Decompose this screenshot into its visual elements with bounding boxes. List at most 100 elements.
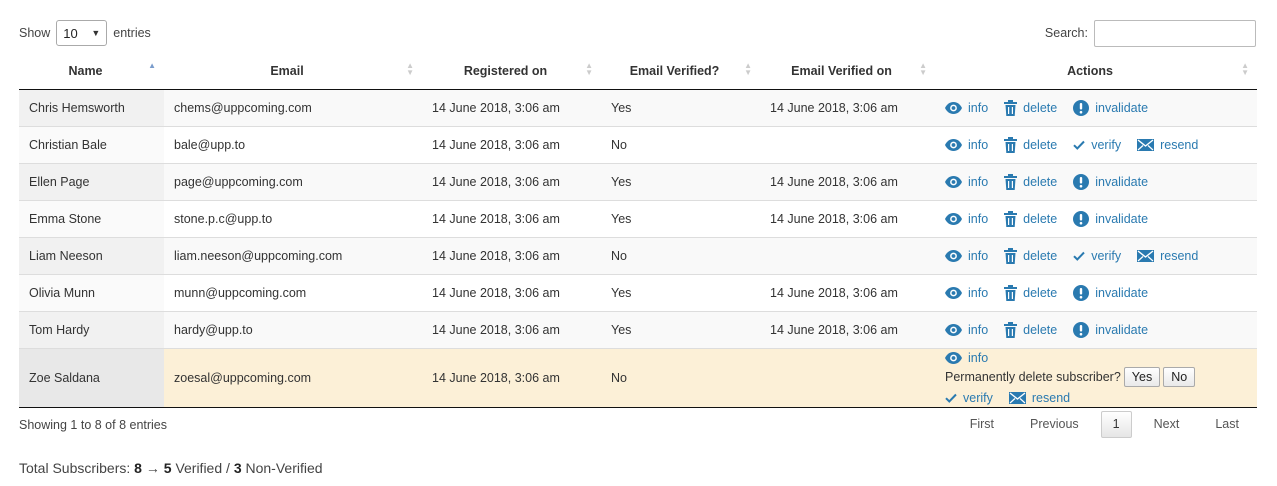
first-page-button[interactable]: First <box>952 417 1012 431</box>
trash-icon <box>1004 173 1018 190</box>
nonverified-count: 3 <box>233 460 242 476</box>
info-link[interactable]: info <box>945 212 988 226</box>
cell-registered: 14 June 2018, 3:06 am <box>422 237 601 275</box>
eye-icon <box>945 351 962 364</box>
resend-link[interactable]: resend <box>1137 138 1198 152</box>
column-header-label: Name <box>68 63 103 78</box>
row-actions: info delete invalidate <box>945 210 1247 227</box>
invalidate-link[interactable]: invalidate <box>1073 284 1148 301</box>
cell-name: Ellen Page <box>19 163 164 201</box>
current-page-button[interactable]: 1 <box>1100 410 1132 438</box>
resend-link[interactable]: resend <box>1137 249 1198 263</box>
sort-icon: ▲▼ <box>744 61 752 77</box>
cell-registered: 14 June 2018, 3:06 am <box>422 200 601 238</box>
cell-verified-on: 14 June 2018, 3:06 am <box>760 274 935 312</box>
search-label: Search: <box>1044 26 1088 40</box>
column-header-label: Email <box>270 63 304 78</box>
eye-icon <box>945 323 962 336</box>
cell-verified-on <box>760 126 935 164</box>
resend-label: resend <box>1160 137 1199 152</box>
chevron-down-icon: ▼ <box>91 28 101 38</box>
delete-link[interactable]: delete <box>1004 99 1057 116</box>
delete-label: delete <box>1023 174 1058 189</box>
delete-link[interactable]: delete <box>1004 173 1058 190</box>
sort-icon: ▲▼ <box>406 61 414 77</box>
cell-name: Liam Neeson <box>19 237 164 275</box>
cell-name: Chris Hemsworth <box>19 89 164 127</box>
info-link[interactable]: info <box>945 175 988 189</box>
cell-verified: No <box>601 237 760 275</box>
resend-label: resend <box>1031 390 1071 405</box>
trash-icon <box>1004 136 1018 153</box>
resend-link[interactable]: resend <box>1008 390 1071 405</box>
verify-label: verify <box>1091 248 1122 263</box>
cell-actions: info delete invalidate <box>935 163 1257 201</box>
info-link[interactable]: info <box>945 138 988 152</box>
totals-arrow: → <box>145 460 160 476</box>
sort-icon: ▲▼ <box>148 61 156 70</box>
cell-verified-on: 14 June 2018, 3:06 am <box>760 311 935 349</box>
info-label: info <box>968 100 989 115</box>
column-header-email-verified-on[interactable]: Email Verified on ▲ ▼ <box>760 53 935 90</box>
table-row: Zoe Saldana zoesal@uppcoming.com 14 June 2… <box>19 348 1257 408</box>
envelope-icon <box>1008 391 1026 404</box>
column-header-registered-on[interactable]: Registered on ▲ ▼ <box>422 53 601 90</box>
search-control: Search: <box>1045 19 1256 47</box>
invalidate-link[interactable]: invalidate <box>1073 99 1148 116</box>
row-actions: info delete verify resend <box>945 247 1247 264</box>
cell-email: chems@uppcoming.com <box>164 89 422 127</box>
column-header-email[interactable]: Email ▲ ▼ <box>164 53 422 90</box>
info-link[interactable]: info <box>945 249 988 263</box>
table-header-row: Name▲▼Email▲▼Registered on▲▼Email Verifi… <box>19 53 1257 90</box>
trash-icon <box>1004 210 1018 227</box>
search-input[interactable] <box>1094 19 1256 47</box>
confirm-text: Permanently delete subscriber? <box>945 369 1121 384</box>
table-info: Showing 1 to 8 of 8 entries <box>19 418 168 432</box>
verify-label: verify <box>1091 137 1122 152</box>
column-header-name[interactable]: Name ▲▼ <box>19 53 164 90</box>
last-page-button[interactable]: Last <box>1197 417 1257 431</box>
delete-link[interactable]: delete <box>1004 321 1058 338</box>
info-label: info <box>968 211 989 226</box>
table-row: Chris Hemsworth chems@uppcoming.com 14 Jun… <box>19 89 1257 127</box>
column-header-actions[interactable]: Actions ▲ ▼ <box>935 53 1257 90</box>
delete-label: delete <box>1023 285 1058 300</box>
delete-link[interactable]: delete <box>1004 284 1058 301</box>
eye-icon <box>945 212 962 225</box>
verify-link[interactable]: verify <box>1073 138 1121 152</box>
invalidate-link[interactable]: invalidate <box>1073 173 1148 190</box>
row-actions: info delete invalidate <box>945 284 1247 301</box>
delete-confirmation: Permanently delete subscriber? Yes No <box>945 366 1196 387</box>
verify-link[interactable]: verify <box>1073 249 1121 263</box>
next-page-button[interactable]: Next <box>1136 417 1198 431</box>
resend-label: resend <box>1160 248 1199 263</box>
invalidate-link[interactable]: invalidate <box>1073 321 1148 338</box>
envelope-icon <box>1137 249 1155 262</box>
info-link[interactable]: info <box>945 323 988 337</box>
cell-verified: Yes <box>601 311 760 349</box>
previous-page-button[interactable]: Previous <box>1012 417 1097 431</box>
row-actions: info delete invalidate <box>945 321 1247 338</box>
nonverified-label: Non-Verified <box>245 460 323 476</box>
sort-icon: ▲▼ <box>919 61 927 77</box>
verify-link[interactable]: verify <box>945 391 993 405</box>
confirm-yes-button[interactable]: Yes <box>1123 366 1161 387</box>
cell-verified-on: 14 June 2018, 3:06 am <box>760 163 935 201</box>
entries-per-page-select[interactable]: 10 ▼ <box>56 20 108 46</box>
table-row: Liam Neeson liam.neeson@uppcoming.com 14 J… <box>19 237 1257 275</box>
info-link[interactable]: info <box>945 286 988 300</box>
cell-verified: Yes <box>601 274 760 312</box>
delete-link[interactable]: delete <box>1004 247 1057 264</box>
eye-icon <box>945 286 962 299</box>
trash-icon <box>1004 284 1018 301</box>
delete-link[interactable]: delete <box>1004 136 1057 153</box>
info-link[interactable]: info <box>945 101 988 115</box>
invalidate-link[interactable]: invalidate <box>1073 210 1148 227</box>
delete-label: delete <box>1023 322 1058 337</box>
cell-email: liam.neeson@uppcoming.com <box>164 237 422 275</box>
column-header-email-verified[interactable]: Email Verified? ▲ ▼ <box>601 53 760 90</box>
confirm-no-button[interactable]: No <box>1163 366 1196 387</box>
delete-link[interactable]: delete <box>1004 210 1057 227</box>
info-link[interactable]: info <box>945 351 988 365</box>
cell-registered: 14 June 2018, 3:06 am <box>422 311 601 349</box>
